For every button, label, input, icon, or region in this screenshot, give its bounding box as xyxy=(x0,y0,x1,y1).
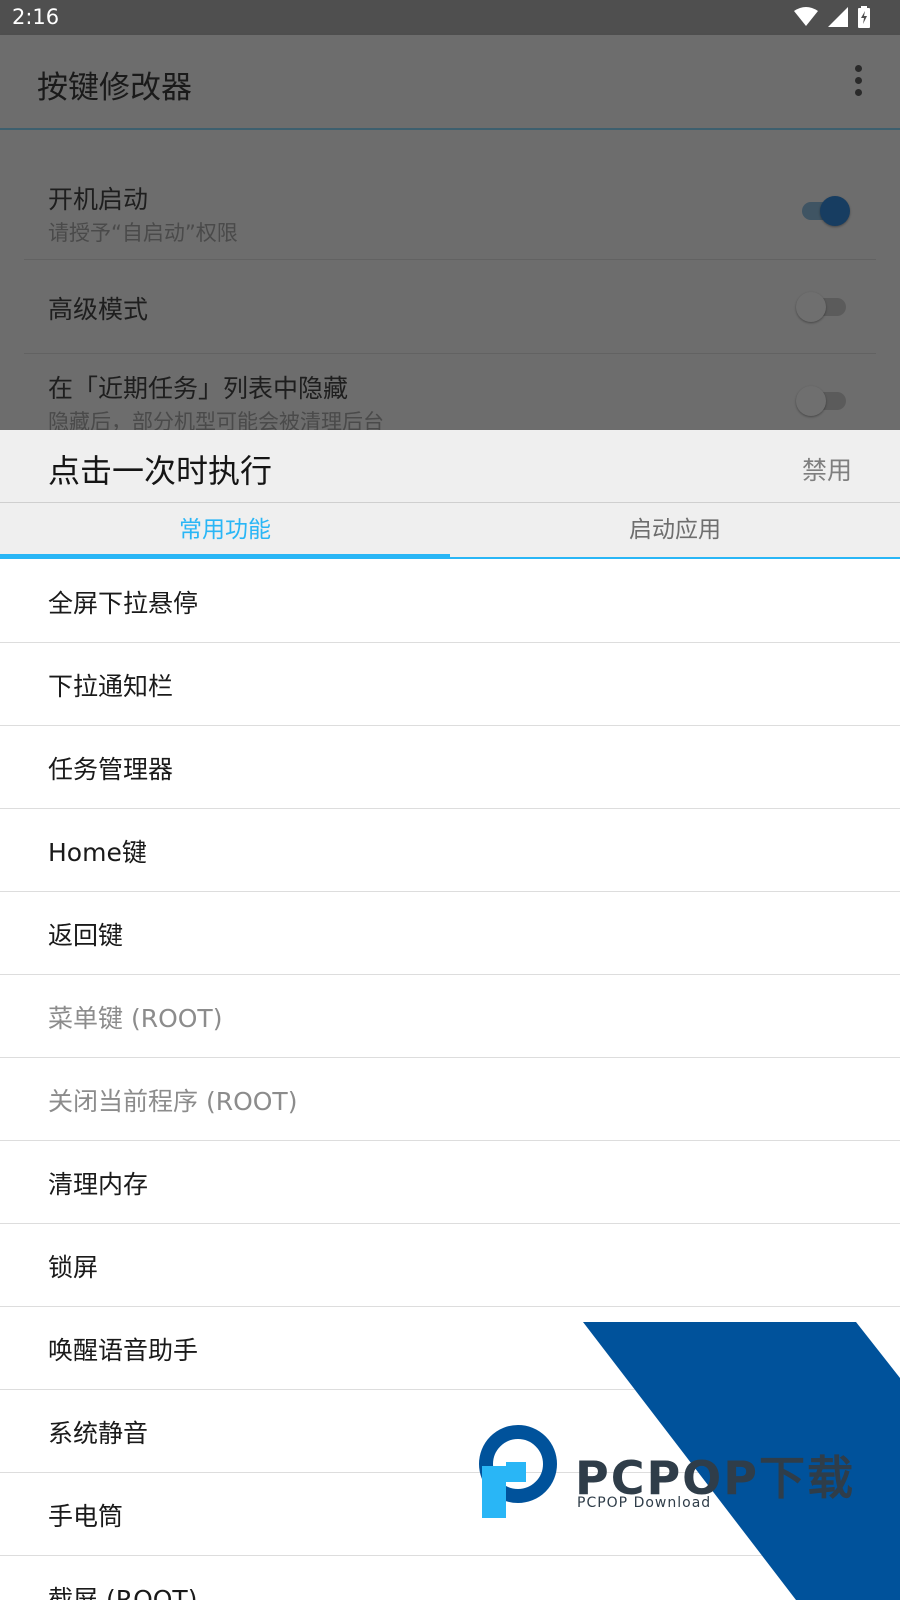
list-item[interactable]: 下拉通知栏 xyxy=(0,643,900,726)
list-item-label: 菜单键 (ROOT) xyxy=(48,1004,223,1033)
advanced-mode-switch[interactable] xyxy=(796,292,846,322)
app-bar: 按键修改器 xyxy=(0,35,900,130)
list-item-label: 锁屏 xyxy=(48,1253,99,1282)
status-bar: 2:16 xyxy=(0,0,900,35)
settings-list: 开机启动 请授予“自启动”权限 高级模式 在「近期任务」列表中隐藏 隐藏后，部分… xyxy=(0,130,900,430)
tab-common-functions[interactable]: 常用功能 xyxy=(0,503,450,557)
list-item-label: 关闭当前程序 (ROOT) xyxy=(48,1087,298,1116)
battery-charging-icon xyxy=(858,6,870,28)
list-item-label: 清理内存 xyxy=(48,1170,149,1199)
boot-start-switch[interactable] xyxy=(802,196,850,226)
tab-bar: 常用功能 启动应用 xyxy=(0,503,900,559)
list-item[interactable]: 清理内存 xyxy=(0,1141,900,1224)
list-item-label: 系统静音 xyxy=(48,1419,149,1448)
setting-subtitle: 请授予“自启动”权限 xyxy=(48,221,238,245)
signal-icon xyxy=(828,7,848,27)
setting-boot-start[interactable]: 开机启动 请授予“自启动”权限 xyxy=(24,130,876,260)
list-item-label: 全屏下拉悬停 xyxy=(48,589,199,618)
list-item[interactable]: 锁屏 xyxy=(0,1224,900,1307)
sheet-header: 点击一次时执行 禁用 xyxy=(0,430,900,503)
list-item-label: 返回键 xyxy=(48,921,124,950)
setting-subtitle: 隐藏后，部分机型可能会被清理后台 xyxy=(48,410,384,430)
list-item[interactable]: 菜单键 (ROOT) xyxy=(0,975,900,1058)
list-item-label: 唤醒语音助手 xyxy=(48,1336,199,1365)
list-item-label: Home键 xyxy=(48,838,147,867)
pcpop-logo-icon xyxy=(479,1425,557,1518)
watermark: PCPOP下载 PCPOP Download xyxy=(470,1322,900,1600)
disable-button[interactable]: 禁用 xyxy=(802,451,852,487)
setting-advanced-mode[interactable]: 高级模式 xyxy=(24,260,876,354)
list-item-label: 截屏 (ROOT) xyxy=(48,1585,198,1600)
setting-title: 开机启动 xyxy=(48,185,149,214)
watermark-subtitle: PCPOP Download xyxy=(577,1495,712,1511)
tab-launch-app[interactable]: 启动应用 xyxy=(450,503,900,557)
setting-title: 在「近期任务」列表中隐藏 xyxy=(48,374,349,403)
sheet-title: 点击一次时执行 xyxy=(48,452,273,490)
more-vert-icon[interactable] xyxy=(852,65,864,101)
list-item[interactable]: 返回键 xyxy=(0,892,900,975)
list-item-label: 下拉通知栏 xyxy=(48,672,174,701)
setting-hide-recents[interactable]: 在「近期任务」列表中隐藏 隐藏后，部分机型可能会被清理后台 xyxy=(24,354,876,430)
setting-title: 高级模式 xyxy=(48,295,149,324)
list-item-label: 任务管理器 xyxy=(48,755,174,784)
hide-recents-switch[interactable] xyxy=(796,386,846,416)
status-time: 2:16 xyxy=(12,5,60,29)
list-item[interactable]: 全屏下拉悬停 xyxy=(0,560,900,643)
list-item-label: 手电筒 xyxy=(48,1502,124,1531)
status-icons xyxy=(794,6,870,28)
list-item[interactable]: 任务管理器 xyxy=(0,726,900,809)
tab-indicator xyxy=(0,554,450,559)
app-title: 按键修改器 xyxy=(37,70,192,106)
list-item[interactable]: Home键 xyxy=(0,809,900,892)
wifi-icon xyxy=(794,7,818,26)
list-item[interactable]: 关闭当前程序 (ROOT) xyxy=(0,1058,900,1141)
